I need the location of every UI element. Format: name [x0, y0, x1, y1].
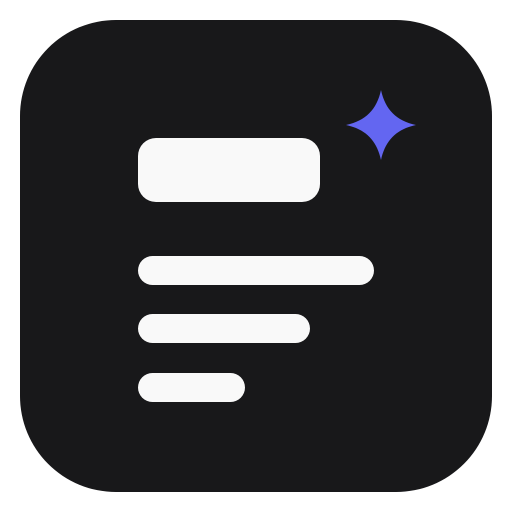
sparkle-icon: [346, 90, 416, 160]
document-text-line-medium: [138, 314, 310, 343]
document-text-line-short: [138, 373, 245, 402]
document-text-line-long: [138, 256, 374, 285]
icon-canvas: [0, 0, 512, 512]
document-title-bar: [138, 138, 320, 202]
app-icon: [20, 20, 492, 492]
sparkle-shape: [346, 90, 416, 160]
